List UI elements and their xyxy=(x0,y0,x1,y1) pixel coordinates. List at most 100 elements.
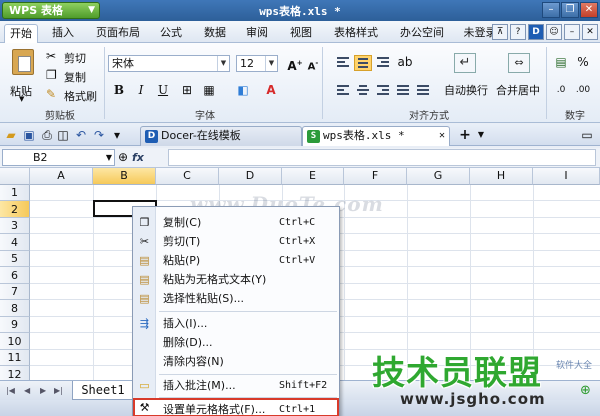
next-sheet-icon[interactable]: ▶ xyxy=(40,386,46,395)
tab-view[interactable]: 视图 xyxy=(284,24,318,43)
docer-icon[interactable]: D xyxy=(528,24,544,40)
column-header[interactable]: A xyxy=(30,168,93,185)
help-icon[interactable]: ? xyxy=(510,24,526,40)
close-icon[interactable]: ✕ xyxy=(439,127,445,145)
row-header[interactable]: 5 xyxy=(0,251,30,267)
row-header[interactable]: 9 xyxy=(0,317,30,333)
tab-home[interactable]: 开始 xyxy=(4,24,38,43)
bold-button[interactable]: B xyxy=(110,81,128,99)
percent-icon[interactable]: % xyxy=(574,53,592,71)
print-icon[interactable]: ⎙ xyxy=(40,128,54,142)
menu-item-insert[interactable]: ⇶ 插入(I)... xyxy=(133,314,339,333)
underline-button[interactable]: U xyxy=(154,81,172,99)
save-icon[interactable]: ▣ xyxy=(22,128,36,142)
minimize-button[interactable]: – xyxy=(542,2,560,18)
format-painter-button[interactable]: ✎ 格式刷 xyxy=(46,87,102,103)
name-box[interactable]: B2 ▼ xyxy=(2,149,115,166)
zoom-icon[interactable]: ⊕ xyxy=(118,150,128,164)
select-all-corner[interactable] xyxy=(0,168,30,185)
wrap-text-button[interactable]: ↵ 自动换行 xyxy=(442,49,490,101)
merge-center-button[interactable]: ⇔ 合并居中 xyxy=(494,49,546,101)
menu-item-insert-comment[interactable]: ▭ 插入批注(M)... Shift+F2 xyxy=(133,376,339,395)
decimal-decrease-icon[interactable]: .00 xyxy=(574,81,592,99)
tab-table-style[interactable]: 表格样式 xyxy=(326,24,386,43)
tab-list-icon[interactable]: ▭ xyxy=(580,128,594,142)
formula-input[interactable] xyxy=(168,149,596,166)
tab-insert[interactable]: 插入 xyxy=(46,24,80,43)
chevron-down-icon[interactable]: ▼ xyxy=(474,128,488,142)
first-sheet-icon[interactable]: |◀ xyxy=(6,386,15,395)
tab-office-space[interactable]: 办公空间 xyxy=(392,24,452,43)
row-header[interactable]: 10 xyxy=(0,333,30,350)
new-tab-icon[interactable]: + xyxy=(458,128,472,142)
column-header[interactable]: H xyxy=(470,168,533,185)
minimize-ribbon-icon[interactable]: – xyxy=(564,24,580,40)
last-sheet-icon[interactable]: ▶| xyxy=(54,386,63,395)
skin-icon[interactable]: ☺ xyxy=(546,24,562,40)
menu-item-format-cells[interactable]: ⚒ 设置单元格格式(F)... Ctrl+1 xyxy=(133,398,339,416)
align-top-icon[interactable] xyxy=(334,55,352,71)
paste-button[interactable]: 粘贴 ▼ xyxy=(6,47,40,105)
row-header[interactable]: 8 xyxy=(0,300,30,317)
tab-page-layout[interactable]: 页面布局 xyxy=(88,24,148,43)
up-arrow-icon[interactable]: ⊼ xyxy=(492,24,508,40)
column-header[interactable]: E xyxy=(282,168,344,185)
font-size-select[interactable]: 12 ▼ xyxy=(236,55,278,72)
row-header[interactable]: 2 xyxy=(0,201,30,218)
row-header[interactable]: 1 xyxy=(0,185,30,201)
undo-icon[interactable]: ↶ xyxy=(74,128,88,142)
menu-item-paste[interactable]: ▤ 粘贴(P) Ctrl+V xyxy=(133,251,339,270)
fx-icon[interactable]: fx xyxy=(132,151,144,164)
align-center-icon[interactable] xyxy=(354,83,372,99)
cell-style-icon[interactable]: ▦ xyxy=(200,81,218,99)
align-bottom-icon[interactable] xyxy=(374,55,392,71)
menu-item-clear[interactable]: 清除内容(N) xyxy=(133,352,339,371)
distribute-icon[interactable] xyxy=(414,83,432,99)
tab-formula[interactable]: 公式 xyxy=(154,24,188,43)
close-button[interactable]: ✕ xyxy=(580,2,598,18)
align-right-icon[interactable] xyxy=(374,83,392,99)
menu-item-cut[interactable]: ✂ 剪切(T) Ctrl+X xyxy=(133,232,339,251)
copy-button[interactable]: ❐ 复制 xyxy=(46,68,96,84)
fill-color-icon[interactable]: ◧ xyxy=(234,81,252,99)
column-header[interactable]: B xyxy=(93,168,156,185)
redo-icon[interactable]: ↷ xyxy=(92,128,106,142)
column-header[interactable]: D xyxy=(219,168,282,185)
align-left-icon[interactable] xyxy=(334,83,352,99)
font-name-select[interactable]: 宋体 ▼ xyxy=(108,55,230,72)
grow-font-icon[interactable]: A+ xyxy=(286,54,304,73)
tab-review[interactable]: 审阅 xyxy=(240,24,274,43)
menu-item-paste-special[interactable]: ▤ 选择性粘贴(S)... xyxy=(133,289,339,308)
tab-data[interactable]: 数据 xyxy=(198,24,232,43)
text-direction-icon[interactable]: ab xyxy=(396,53,414,71)
menu-item-delete[interactable]: 删除(D)... xyxy=(133,333,339,352)
row-header[interactable]: 3 xyxy=(0,218,30,234)
sheet-tab[interactable]: Sheet1 xyxy=(72,381,134,400)
open-icon[interactable]: ▰ xyxy=(4,128,18,142)
font-color-icon[interactable]: A xyxy=(262,81,280,99)
prev-sheet-icon[interactable]: ◀ xyxy=(24,386,30,395)
add-sheet-icon[interactable]: ⊕ xyxy=(580,383,591,398)
menu-item-copy[interactable]: ❐ 复制(C) Ctrl+C xyxy=(133,213,339,232)
row-header[interactable]: 6 xyxy=(0,267,30,284)
restore-button[interactable]: ❐ xyxy=(561,2,579,18)
doc-tab-wps-xls[interactable]: S wps表格.xls * ✕ xyxy=(302,126,450,146)
column-header[interactable]: I xyxy=(533,168,600,185)
row-header[interactable]: 4 xyxy=(0,234,30,251)
row-header[interactable]: 7 xyxy=(0,284,30,300)
shrink-font-icon[interactable]: A- xyxy=(304,54,322,72)
cut-button[interactable]: ✂ 剪切 xyxy=(46,49,96,65)
row-header[interactable]: 11 xyxy=(0,350,30,366)
column-header[interactable]: G xyxy=(407,168,470,185)
menu-item-paste-plain[interactable]: ▤ 粘贴为无格式文本(Y) xyxy=(133,270,339,289)
italic-button[interactable]: I xyxy=(132,81,150,99)
column-header[interactable]: F xyxy=(344,168,407,185)
decimal-icon[interactable]: .0 xyxy=(552,81,570,99)
more-icon[interactable]: ▾ xyxy=(110,128,124,142)
align-middle-icon[interactable] xyxy=(354,55,372,71)
preview-icon[interactable]: ◫ xyxy=(56,128,70,142)
close-doc-icon[interactable]: ✕ xyxy=(582,24,598,40)
column-header[interactable]: C xyxy=(156,168,219,185)
justify-icon[interactable] xyxy=(394,83,412,99)
doc-tab-docer[interactable]: D Docer-在线模板 xyxy=(140,126,302,146)
